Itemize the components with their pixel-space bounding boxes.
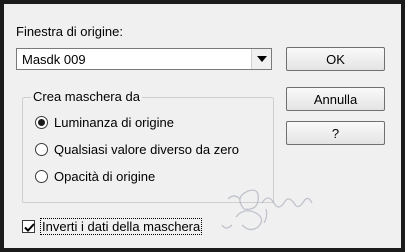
source-window-value: Masdk 009 <box>22 51 86 67</box>
radio-luminance[interactable]: Luminanza di origine <box>35 115 174 130</box>
radio-label: Luminanza di origine <box>54 115 174 130</box>
radio-nonzero[interactable]: Qualsiasi valore diverso da zero <box>35 142 239 157</box>
radio-button-icon[interactable] <box>35 170 48 183</box>
source-window-label: Finestra di origine: <box>16 24 123 39</box>
radio-label: Qualsiasi valore diverso da zero <box>54 142 239 157</box>
cancel-button[interactable]: Annulla <box>286 87 385 111</box>
mask-dialog: Finestra di origine: Masdk 009 OK Annull… <box>0 0 405 252</box>
invert-mask-label: Inverti i dati della maschera <box>40 218 203 235</box>
radio-opacity[interactable]: Opacità di origine <box>35 169 155 184</box>
checkmark-icon <box>24 223 35 232</box>
ok-button[interactable]: OK <box>286 47 385 71</box>
help-button[interactable]: ? <box>286 121 385 145</box>
invert-mask-checkbox[interactable] <box>22 220 35 233</box>
radio-button-icon[interactable] <box>35 143 48 156</box>
dropdown-button[interactable] <box>251 49 271 69</box>
signature-watermark <box>221 189 313 231</box>
chevron-down-icon <box>256 56 267 62</box>
radio-label: Opacità di origine <box>54 169 156 184</box>
invert-mask-checkbox-row[interactable]: Inverti i dati della maschera <box>22 218 203 235</box>
source-window-dropdown[interactable]: Masdk 009 <box>16 48 272 70</box>
radio-button-icon[interactable] <box>35 116 48 129</box>
group-title: Crea maschera da <box>31 89 142 104</box>
